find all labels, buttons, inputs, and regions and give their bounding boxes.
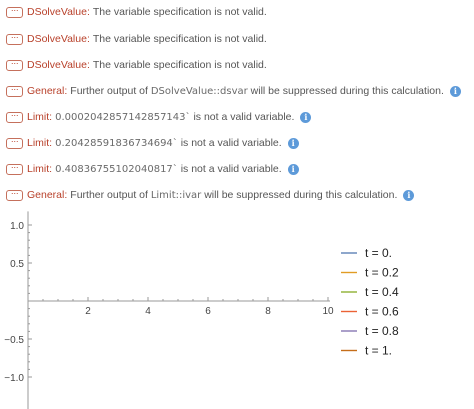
message-menu-icon[interactable]: ··· [6,163,23,175]
message-code: 0.20428591836734694` [55,137,178,149]
message-text: Further output of [70,85,151,97]
x-tick-label: 4 [145,306,151,317]
message-symbol: Limit [27,137,50,149]
y-tick-label: 1.0 [10,221,24,232]
legend-label: t = 1. [365,344,392,358]
legend-label: t = 0.8 [365,324,399,338]
info-icon[interactable]: i [403,189,415,201]
message-text: will be suppressed during this calculati… [247,85,444,97]
message-code: 0.40836755102040817` [55,163,178,175]
legend-label: t = 0. [365,246,392,260]
message-colon: : [64,189,68,201]
message-row: ··· General: Further output of DSolveValue… [6,83,461,99]
x-tick-label: 6 [205,306,211,317]
message-row: ··· Limit:0.40836755102040817` is not a v… [6,161,299,177]
message-symbol: Limit [27,111,50,123]
message-colon: : [86,33,90,45]
y-tick-label: −1.0 [4,373,24,384]
message-symbol: DSolveValue [27,59,87,71]
message-menu-icon[interactable]: ··· [6,111,23,123]
message-colon: : [49,163,53,175]
message-colon: : [86,59,90,71]
message-row: ··· DSolveValue: The variable specificatio… [6,31,267,47]
message-menu-icon[interactable]: ··· [6,59,23,71]
message-text: is not a valid variable. [177,163,282,175]
legend-label: t = 0.6 [365,305,399,319]
x-tick-label: 8 [265,306,271,317]
message-row: ··· Limit:0.0002042857142857143` is not a… [6,109,312,125]
message-menu-icon[interactable]: ··· [6,33,23,45]
message-text: is not a valid variable. [190,111,295,123]
message-row: ··· General: Further output of Limit::ivar… [6,187,415,203]
message-row: ··· DSolveValue: The variable specificatio… [6,57,267,73]
message-colon: : [64,85,68,97]
message-colon: : [49,137,53,149]
message-menu-icon[interactable]: ··· [6,85,23,97]
message-menu-icon[interactable]: ··· [6,189,23,201]
message-text: Further output of [70,189,151,201]
message-symbol: General [27,189,65,201]
message-symbol: DSolveValue [27,33,87,45]
message-text: The variable specification is not valid. [92,6,267,18]
message-text: The variable specification is not valid. [92,33,267,45]
message-menu-icon[interactable]: ··· [6,6,23,18]
plot-chart: 2 4 6 8 10 1.0 0.5 −0.5 −1.0 t = 0. t = 0.2 t = 0.4… [4,211,399,409]
message-symbol: General [27,85,65,97]
x-tick-label: 10 [322,306,334,317]
message-row: ··· Limit:0.20428591836734694` is not a v… [6,135,299,151]
message-row: ··· DSolveValue: The variable specificatio… [6,4,267,20]
message-code: 0.0002042857142857143` [55,111,191,123]
info-icon[interactable]: i [287,137,299,149]
legend-label: t = 0.4 [365,285,399,299]
message-symbol: DSolveValue [27,6,87,18]
info-icon[interactable]: i [287,163,299,175]
message-text: will be suppressed during this calculati… [201,189,398,201]
message-code: DSolveValue::dsvar [150,85,248,97]
legend-label: t = 0.2 [365,266,399,280]
info-icon[interactable]: i [300,111,312,123]
message-text: The variable specification is not valid. [92,59,267,71]
message-code: Limit::ivar [150,189,202,201]
y-tick-label: 0.5 [10,259,24,270]
message-colon: : [86,6,90,18]
message-symbol: Limit [27,163,50,175]
x-tick-label: 2 [85,306,91,317]
message-text: is not a valid variable. [177,137,282,149]
message-colon: : [49,111,53,123]
info-icon[interactable]: i [449,85,461,97]
message-menu-icon[interactable]: ··· [6,137,23,149]
y-tick-label: −0.5 [4,335,24,346]
